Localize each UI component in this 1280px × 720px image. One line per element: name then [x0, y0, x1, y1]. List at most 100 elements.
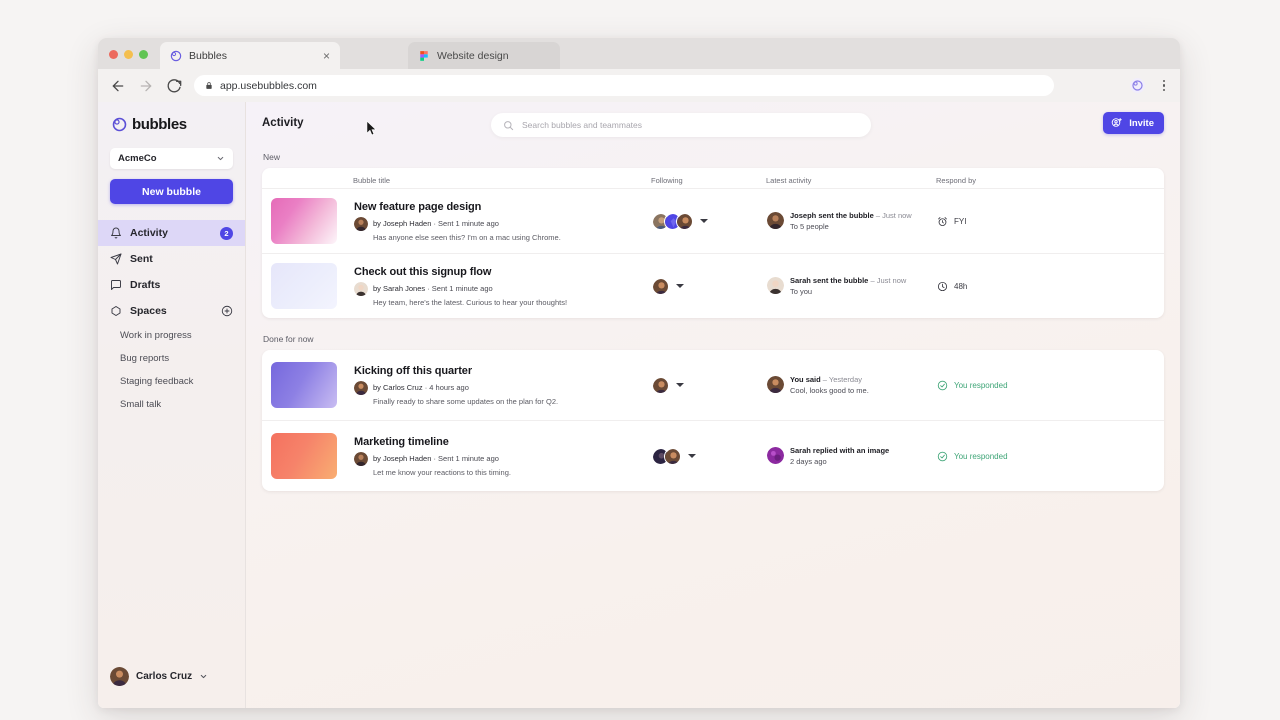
bubble-thumbnail[interactable] [271, 362, 337, 408]
bubble-title[interactable]: Check out this signup flow [354, 266, 652, 278]
following-avatars[interactable] [652, 277, 767, 295]
bubble-thumbnail[interactable] [271, 263, 337, 309]
respond-label: 48h [954, 281, 968, 291]
row-respond-cell: You responded [937, 380, 1164, 391]
table-row[interactable]: New feature page design by Joseph Haden … [262, 188, 1164, 253]
bubble-time: Sent 1 minute ago [438, 219, 499, 228]
main-content: Activity Invite Search bubbles and teamm… [246, 102, 1180, 708]
search-input[interactable]: Search bubbles and teammates [491, 113, 871, 137]
org-switcher[interactable]: AcmeCo [110, 148, 233, 169]
following-avatars[interactable] [652, 376, 767, 394]
maximize-window-button[interactable] [139, 50, 148, 59]
new-bubble-label: New bubble [142, 185, 201, 198]
close-tab-button[interactable]: × [323, 50, 330, 62]
avatar [767, 277, 784, 294]
bubble-author: by Sarah Jones [373, 284, 426, 293]
table-row[interactable]: Check out this signup flow by Sarah Jone… [262, 253, 1164, 318]
new-bubble-button[interactable]: New bubble [110, 179, 233, 204]
page-title: Activity [262, 117, 304, 129]
sidebar-item-activity[interactable]: Activity 2 [98, 220, 245, 246]
browser-tab-bubbles[interactable]: Bubbles × [160, 42, 340, 69]
row-title-cell: Kicking off this quarter by Carlos Cruz … [354, 365, 652, 406]
row-following-cell [652, 447, 767, 465]
browser-tab-website-design[interactable]: Website design [408, 42, 560, 69]
row-thumbnail-cell [262, 362, 354, 408]
sidebar-item-label: Activity [130, 227, 168, 239]
activity-actor: Joseph sent the bubble [790, 211, 874, 220]
bubble-title[interactable]: New feature page design [354, 201, 652, 213]
search-icon [504, 120, 514, 130]
sidebar-item-sent[interactable]: Sent [98, 246, 245, 272]
table-row[interactable]: Marketing timeline by Joseph Haden · Sen… [262, 420, 1164, 491]
row-thumbnail-cell [262, 433, 354, 479]
brand-name: bubbles [132, 116, 187, 133]
check-circle-icon [937, 451, 948, 461]
space-item-small-talk[interactable]: Small talk [98, 393, 245, 416]
user-menu[interactable]: Carlos Cruz [98, 667, 245, 686]
minimize-window-button[interactable] [124, 50, 133, 59]
mouse-cursor [366, 120, 377, 136]
space-item-staging-feedback[interactable]: Staging feedback [98, 370, 245, 393]
kebab-menu-icon[interactable] [1160, 78, 1169, 94]
bubbles-extension-icon[interactable] [1129, 77, 1146, 94]
activity-card-done: Kicking off this quarter by Carlos Cruz … [262, 350, 1164, 491]
chevron-down-icon[interactable] [700, 219, 708, 223]
avatar [354, 281, 368, 296]
bubble-thumbnail[interactable] [271, 198, 337, 244]
bubble-snippet: Finally ready to share some updates on t… [373, 396, 559, 406]
activity-actor: Sarah sent the bubble [790, 276, 869, 285]
sidebar-item-spaces[interactable]: Spaces [98, 298, 245, 324]
avatar [110, 667, 129, 686]
chevron-down-icon [200, 674, 207, 679]
draft-icon [111, 280, 121, 290]
back-arrow-icon[interactable] [110, 78, 126, 94]
activity-actor: You said [790, 375, 821, 384]
invite-label: Invite [1129, 117, 1154, 129]
row-thumbnail-cell [262, 263, 354, 309]
avatar [767, 212, 784, 229]
table-row[interactable]: Kicking off this quarter by Carlos Cruz … [262, 350, 1164, 420]
bubble-title[interactable]: Marketing timeline [354, 436, 652, 448]
bubble-snippet: Has anyone else seen this? I'm on a mac … [373, 232, 561, 242]
window-controls[interactable] [109, 50, 148, 59]
bubble-snippet: Hey team, here's the latest. Curious to … [373, 297, 568, 307]
respond-badge: FYI [937, 216, 1164, 227]
plus-circle-icon[interactable] [221, 305, 233, 317]
bubble-time: 4 hours ago [429, 383, 469, 392]
check-circle-icon [937, 380, 948, 390]
reload-icon[interactable] [166, 78, 182, 94]
chevron-down-icon[interactable] [676, 383, 684, 387]
bubble-title[interactable]: Kicking off this quarter [354, 365, 652, 377]
chevron-down-icon[interactable] [676, 284, 684, 288]
browser-toolbar: app.usebubbles.com [98, 69, 1180, 102]
activity-actor: Sarah replied with an image [790, 446, 890, 455]
space-item-work-in-progress[interactable]: Work in progress [98, 324, 245, 347]
avatar [767, 447, 784, 464]
bubble-snippet: Let me know your reactions to this timin… [373, 467, 511, 477]
invite-button[interactable]: Invite [1103, 112, 1164, 134]
close-window-button[interactable] [109, 50, 118, 59]
sidebar-item-drafts[interactable]: Drafts [98, 272, 245, 298]
bubble-thumbnail[interactable] [271, 433, 337, 479]
row-activity-cell: You said – Yesterday Cool, looks good to… [767, 375, 937, 395]
tab-title: Bubbles [189, 49, 227, 62]
space-label: Small talk [120, 399, 162, 410]
following-avatars[interactable] [652, 447, 767, 465]
following-avatars[interactable] [652, 212, 767, 230]
bubble-time: Sent 1 minute ago [431, 284, 493, 293]
forward-arrow-icon[interactable] [138, 78, 154, 94]
bubbles-logo-icon [112, 117, 127, 132]
chevron-down-icon[interactable] [688, 454, 696, 458]
avatar [652, 376, 669, 394]
row-activity-cell: Sarah sent the bubble – Just now To you [767, 276, 937, 296]
respond-badge: 48h [937, 281, 1164, 292]
activity-detail: Cool, looks good to me. [790, 386, 869, 395]
address-bar[interactable]: app.usebubbles.com [194, 75, 1054, 96]
space-item-bug-reports[interactable]: Bug reports [98, 347, 245, 370]
avatar [652, 277, 669, 295]
brand-logo: bubbles [98, 102, 245, 133]
bubble-time: Sent 1 minute ago [438, 454, 499, 463]
url-text: app.usebubbles.com [220, 79, 317, 92]
column-header-respond: Respond by [936, 175, 977, 185]
spaces-icon [111, 306, 121, 316]
